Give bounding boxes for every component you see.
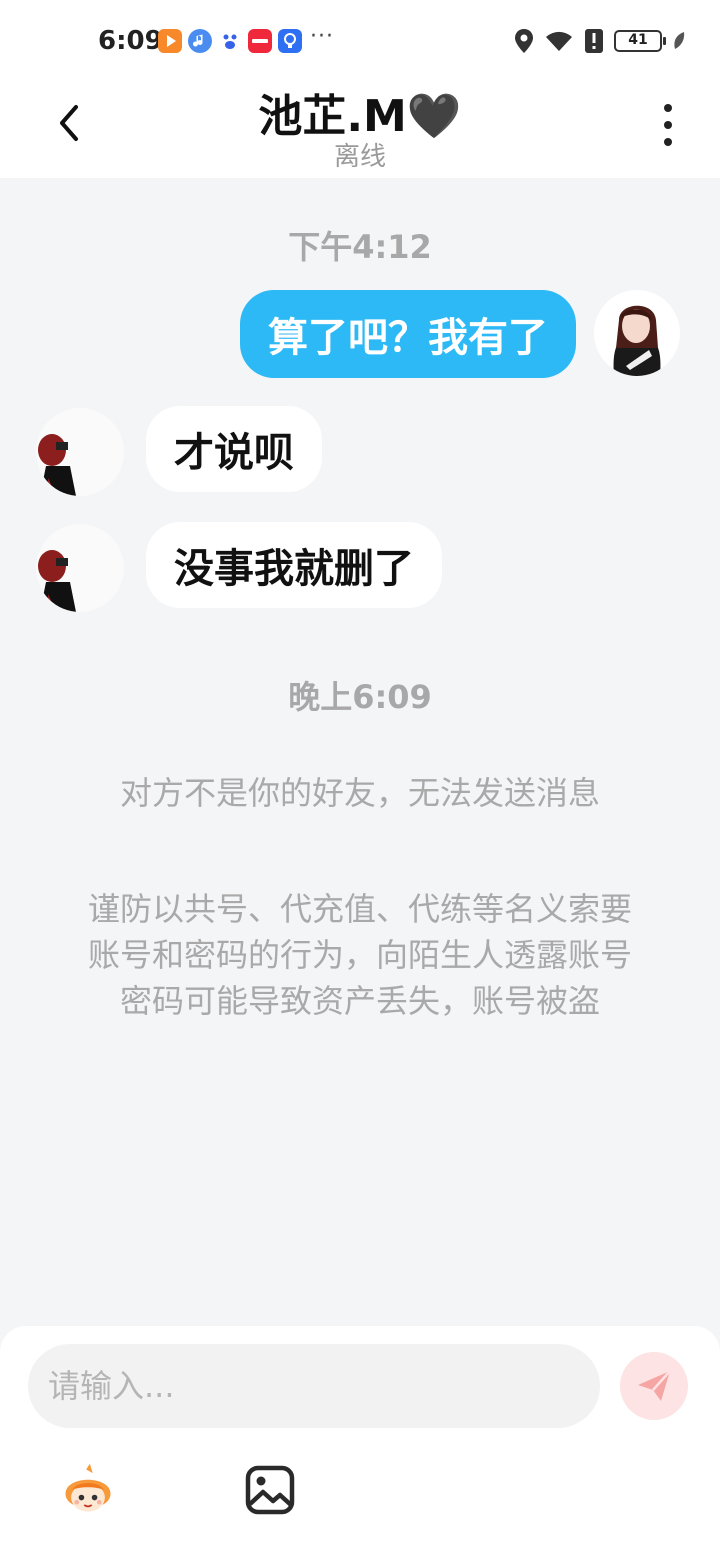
leaf-icon bbox=[674, 32, 685, 49]
lightbulb-app-icon bbox=[278, 29, 302, 53]
battery-icon: 41 bbox=[614, 30, 666, 52]
emoji-sticker-button[interactable] bbox=[58, 1460, 118, 1520]
more-notifications-icon: ··· bbox=[310, 24, 334, 49]
contact-name: 池芷.M🖤 bbox=[258, 91, 462, 142]
contact-avatar[interactable] bbox=[36, 524, 124, 612]
contact-status: 离线 bbox=[333, 142, 386, 172]
alert-icon bbox=[585, 29, 603, 53]
not-friend-notice: 对方不是你的好友，无法发送消息 bbox=[119, 774, 600, 812]
image-icon bbox=[245, 1465, 295, 1515]
chat-header: 池芷.M🖤 离线 bbox=[0, 80, 720, 178]
status-time: 6:09 bbox=[98, 26, 163, 56]
xiaohongshu-app-icon bbox=[248, 29, 272, 53]
status-bar: 6:09 ··· 41 bbox=[0, 0, 720, 80]
music-app-icon bbox=[188, 29, 212, 53]
message-input[interactable] bbox=[28, 1344, 600, 1428]
contact-avatar[interactable] bbox=[36, 408, 124, 496]
wifi-icon bbox=[546, 31, 572, 51]
my-avatar[interactable] bbox=[594, 290, 680, 376]
timestamp: 晚上6:09 bbox=[288, 678, 432, 716]
timestamp: 下午4:12 bbox=[288, 228, 432, 266]
more-options-button[interactable] bbox=[648, 100, 688, 150]
baidu-app-icon bbox=[218, 29, 242, 53]
incoming-message[interactable]: 没事我就删了 bbox=[146, 522, 442, 608]
security-warning: 谨防以共号、代充值、代练等名义索要账号和密码的行为，向陌生人透露账号密码可能导致… bbox=[87, 890, 632, 1020]
send-icon bbox=[638, 1370, 671, 1401]
message-composer bbox=[0, 1326, 720, 1560]
mascot-emoji-icon bbox=[65, 1463, 111, 1512]
location-icon bbox=[515, 29, 533, 53]
incoming-message[interactable]: 才说呗 bbox=[146, 406, 322, 492]
video-app-icon bbox=[158, 29, 182, 53]
send-button[interactable] bbox=[620, 1352, 688, 1420]
outgoing-message[interactable]: 算了吧？我有了 bbox=[240, 290, 576, 378]
image-button[interactable] bbox=[240, 1460, 300, 1520]
